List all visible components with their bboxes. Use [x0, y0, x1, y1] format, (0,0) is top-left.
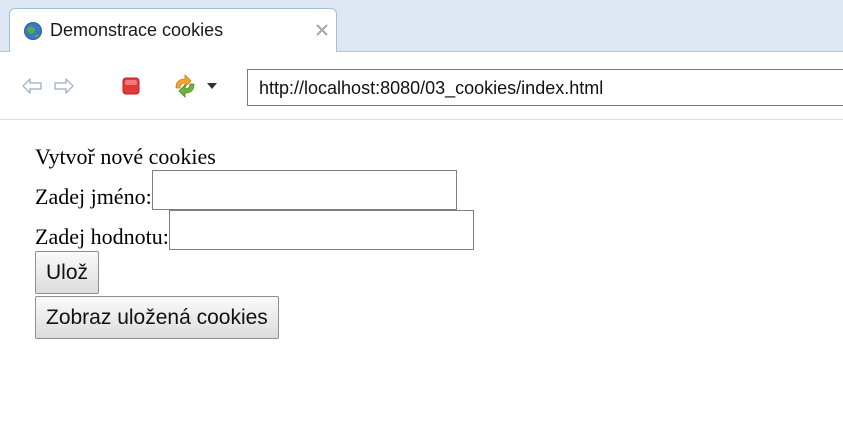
refresh-icon[interactable] [172, 74, 198, 98]
globe-icon [24, 22, 42, 40]
value-label: Zadej hodnotu: [35, 224, 169, 249]
save-row: Ulož [35, 251, 474, 294]
value-input[interactable] [168, 210, 474, 250]
name-label: Zadej jméno: [35, 184, 152, 209]
tab-strip: Demonstrace cookies [0, 0, 843, 52]
page-heading: Vytvoř nové cookies [35, 144, 216, 169]
tab-demonstrace-cookies[interactable]: Demonstrace cookies [9, 8, 337, 52]
name-input[interactable] [151, 170, 457, 210]
address-bar[interactable]: http://localhost:8080/03_cookies/index.h… [247, 69, 843, 106]
page-content: Vytvoř nové cookies Zadej jméno: Zadej h… [35, 144, 474, 339]
navigation-bar: http://localhost:8080/03_cookies/index.h… [0, 52, 843, 120]
close-icon[interactable] [314, 22, 330, 38]
chevron-down-icon[interactable] [207, 83, 217, 90]
url-text[interactable]: http://localhost:8080/03_cookies/index.h… [259, 78, 603, 99]
show-cookies-button[interactable]: Zobraz uložená cookies [35, 296, 279, 339]
tab-title: Demonstrace cookies [50, 20, 224, 40]
stop-icon[interactable] [122, 77, 140, 95]
save-button[interactable]: Ulož [35, 251, 100, 294]
forward-arrow-icon[interactable] [54, 78, 74, 94]
back-arrow-icon[interactable] [22, 78, 42, 94]
show-row: Zobraz uložená cookies [35, 296, 474, 339]
value-row: Zadej hodnotu: [35, 210, 474, 250]
name-row: Zadej jméno: [35, 170, 474, 210]
browser-window: Demonstrace cookies http://localhost:808… [0, 0, 843, 429]
